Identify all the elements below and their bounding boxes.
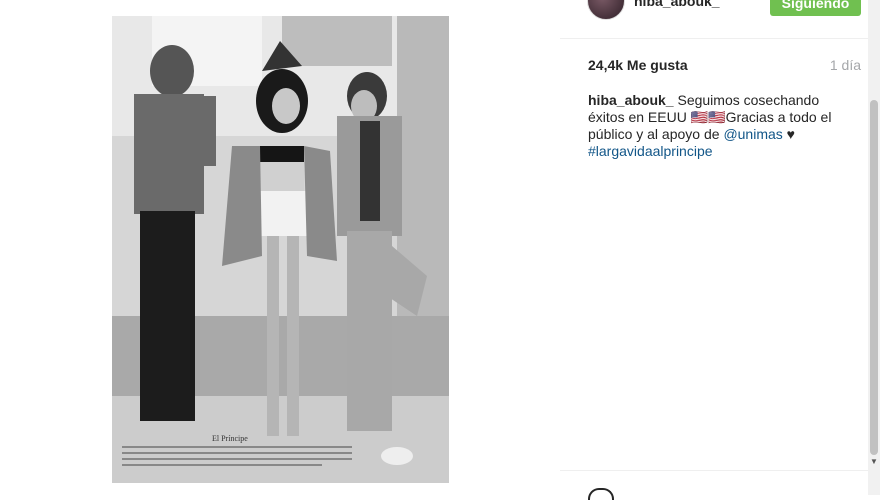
post-sidebar: hiba_abouk_ Siguiendo 24,4k Me gusta 1 d…: [560, 0, 868, 495]
heart-icon: ♥: [782, 126, 795, 142]
post-photo[interactable]: El Príncipe: [112, 16, 449, 483]
caption-username[interactable]: hiba_abouk_: [588, 92, 674, 108]
username-link[interactable]: hiba_abouk_: [634, 0, 720, 9]
photo-pane: El Príncipe: [0, 0, 560, 495]
photo-overlay-title: El Príncipe: [212, 434, 248, 443]
scroll-down-icon[interactable]: ▼: [870, 457, 878, 466]
scrollbar[interactable]: ▼: [868, 0, 880, 495]
post-stats: 24,4k Me gusta 1 día: [588, 57, 861, 77]
photo-illustration: El Príncipe: [112, 16, 449, 483]
caption-emoji: 🇺🇸🇺🇸: [690, 109, 726, 125]
mention-link[interactable]: @unimas: [723, 126, 782, 142]
divider: [560, 470, 868, 471]
hashtag-link[interactable]: #largavidaalprincipe: [588, 143, 713, 159]
post-age[interactable]: 1 día: [830, 57, 861, 73]
post-header: hiba_abouk_ Siguiendo: [560, 0, 868, 39]
likes-count[interactable]: 24,4k Me gusta: [588, 57, 688, 73]
following-button[interactable]: Siguiendo: [770, 0, 861, 16]
comment-icon[interactable]: [588, 488, 614, 500]
post-caption: hiba_abouk_ Seguimos cosechando éxitos e…: [588, 92, 833, 160]
avatar[interactable]: [587, 0, 625, 20]
scrollbar-thumb[interactable]: [870, 100, 878, 455]
